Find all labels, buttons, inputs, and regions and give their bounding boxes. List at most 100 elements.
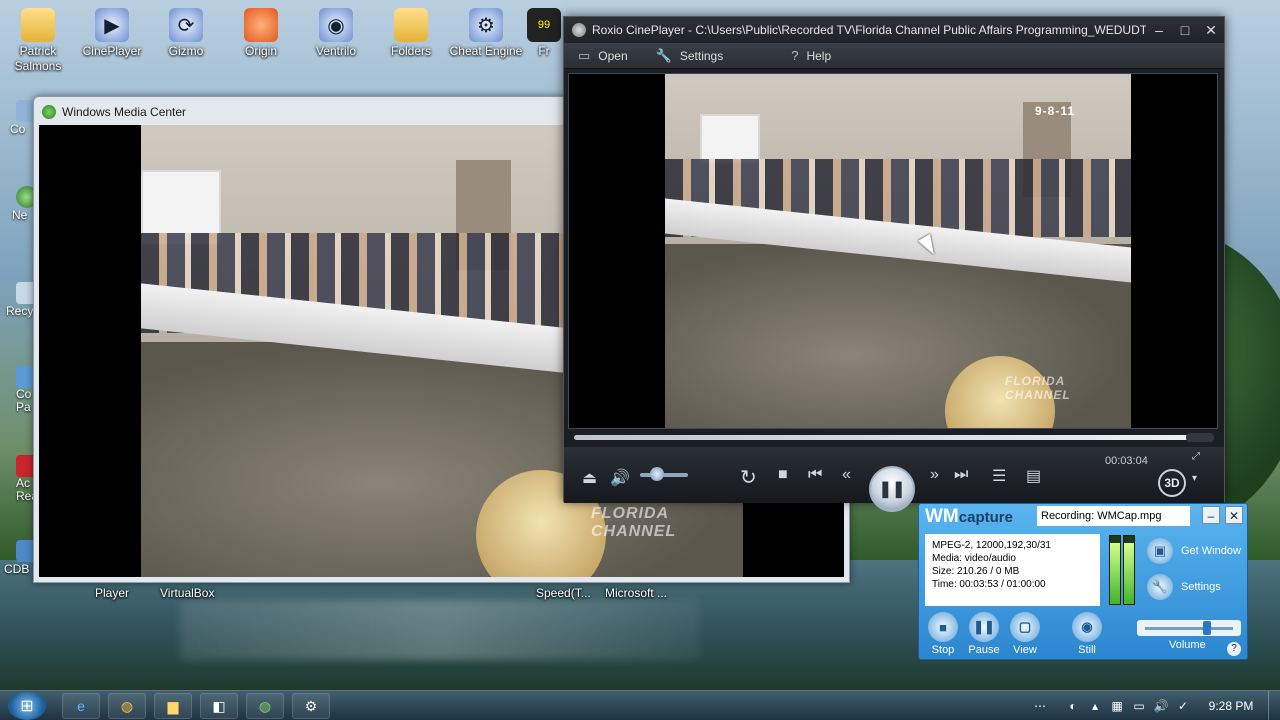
chevron-down-icon[interactable]: ▾ bbox=[1192, 473, 1197, 484]
menu-open[interactable]: ▭ Open bbox=[564, 43, 642, 69]
pause-button[interactable]: ❚❚ bbox=[869, 466, 915, 512]
info-size: Size: 210.26 / 0 MB bbox=[932, 566, 1020, 577]
desktop-icon-label: Ne bbox=[12, 208, 28, 222]
previous-icon[interactable]: ⏮ bbox=[808, 466, 822, 484]
fullscreen-icon[interactable]: ⤢ bbox=[1192, 451, 1200, 462]
meter-fill bbox=[1110, 542, 1120, 604]
replay-icon[interactable]: ↻ bbox=[740, 465, 757, 490]
show-desktop-button[interactable] bbox=[1268, 691, 1280, 720]
desktop-icon-recycle-bin[interactable]: Recy bbox=[0, 282, 38, 318]
folder-icon bbox=[21, 8, 55, 42]
settings-button[interactable]: 🔧 Settings bbox=[1147, 574, 1221, 600]
cineplayer-title-bar[interactable]: Roxio CinePlayer - C:\Users\Public\Recor… bbox=[564, 17, 1224, 43]
close-icon[interactable]: ✕ bbox=[1198, 22, 1224, 39]
desktop-icon-label: Fr bbox=[538, 44, 550, 58]
desktop-icon-cdburner[interactable]: CDB bbox=[0, 540, 38, 576]
pause-button[interactable]: ❚❚ Pause bbox=[964, 612, 1004, 656]
tray-expand-icon[interactable]: ⋯ bbox=[1018, 699, 1062, 713]
desktop-icon-control-panel[interactable]: Co Pa bbox=[0, 366, 38, 414]
stop-button[interactable]: ■ Stop bbox=[923, 612, 963, 656]
rewind-icon[interactable]: « bbox=[842, 466, 851, 484]
menu-settings[interactable]: 🔧 Settings bbox=[642, 43, 738, 69]
cineplayer-video-area[interactable]: FLORIDA CHANNEL 9-8-11 bbox=[568, 73, 1218, 429]
taskbar-clock[interactable]: 9:28 PM bbox=[1194, 699, 1268, 713]
desktop-icon-label: Gizmo bbox=[168, 44, 204, 58]
desktop-icon-label-speed[interactable]: Speed(T... bbox=[536, 586, 591, 600]
3d-button[interactable]: 3D bbox=[1158, 469, 1186, 497]
desktop-icon-label: Folders bbox=[390, 44, 431, 58]
desktop-icon-acrobat-reader[interactable]: Ac Rea bbox=[0, 455, 38, 503]
wmc-title: Windows Media Center bbox=[62, 105, 187, 119]
explorer-icon: ▆ bbox=[167, 697, 179, 714]
view-button[interactable]: ▢ View bbox=[1005, 612, 1045, 656]
wmcapture-window[interactable]: WMcapture Recording: WMCap.mpg – ✕ MPEG-… bbox=[918, 503, 1248, 660]
volume-label: Volume bbox=[1169, 639, 1206, 651]
volume-knob[interactable] bbox=[650, 467, 664, 481]
playlist-icon[interactable]: ☰ bbox=[992, 466, 1006, 486]
speaker-icon[interactable]: 🔊 bbox=[610, 468, 630, 488]
next-icon[interactable]: ⏭ bbox=[954, 466, 968, 484]
minimize-icon[interactable]: – bbox=[1146, 22, 1172, 38]
desktop-icon-computer[interactable]: Co bbox=[0, 100, 38, 136]
capture-volume-slider[interactable] bbox=[1137, 620, 1241, 636]
wrench-icon: 🔧 bbox=[655, 47, 672, 63]
menu-help-label: Help bbox=[806, 48, 832, 63]
start-button[interactable]: ⊞ bbox=[8, 692, 46, 720]
capture-icon[interactable]: ◐ bbox=[1062, 699, 1084, 713]
seek-knob[interactable] bbox=[1186, 433, 1214, 442]
taskbar-chrome[interactable]: ◍ bbox=[108, 693, 146, 719]
taskbar-explorer[interactable]: ▆ bbox=[154, 693, 192, 719]
still-button[interactable]: ◉ Still bbox=[1067, 612, 1107, 656]
taskbar-app[interactable]: ◧ bbox=[200, 693, 238, 719]
desktop-icon-cheat-engine[interactable]: ⚙ Cheat Engine bbox=[448, 4, 524, 59]
desktop-icon-network[interactable]: Ne bbox=[0, 186, 38, 222]
taskbar: ⊞ e ◍ ▆ ◧ ◍ ⚙ ⋯ ◐ ▴ ▦ ▭ 🔊 ✓ 9:28 PM bbox=[0, 690, 1280, 720]
pause-icon: ❚❚ bbox=[969, 612, 999, 642]
audio-meter-right bbox=[1123, 535, 1135, 605]
taskbar-app-2[interactable]: ⚙ bbox=[292, 693, 330, 719]
minimize-icon[interactable]: – bbox=[1202, 506, 1220, 524]
shield-icon[interactable]: ✓ bbox=[1172, 699, 1194, 713]
taskbar-ie[interactable]: e bbox=[62, 693, 100, 719]
volume-knob[interactable] bbox=[1202, 621, 1211, 635]
maximize-icon[interactable]: □ bbox=[1172, 22, 1198, 38]
get-window-button[interactable]: ▣ Get Window bbox=[1147, 538, 1241, 564]
desktop-icon-cineplayer[interactable]: ▶ CinePlayer bbox=[74, 4, 150, 59]
cineplayer-title: Roxio CinePlayer - C:\Users\Public\Recor… bbox=[592, 23, 1146, 37]
chapters-icon[interactable]: ▤ bbox=[1026, 466, 1041, 486]
fast-forward-icon[interactable]: » bbox=[930, 466, 939, 484]
taskbar-chrome-2[interactable]: ◍ bbox=[246, 693, 284, 719]
close-icon[interactable]: ✕ bbox=[1225, 506, 1243, 524]
desktop-icon-folders[interactable]: Folders bbox=[373, 4, 449, 59]
channel-watermark: FLORIDA CHANNEL bbox=[1005, 374, 1071, 402]
cineplayer-icon: ▶ bbox=[95, 8, 129, 42]
seek-bar[interactable] bbox=[574, 433, 1214, 442]
info-time: Time: 00:03:53 / 01:00:00 bbox=[932, 579, 1046, 590]
menu-help[interactable]: ? Help bbox=[777, 43, 845, 69]
camera-icon: ◉ bbox=[1072, 612, 1102, 642]
desktop-icon-gizmo[interactable]: ⟳ Gizmo bbox=[148, 4, 224, 59]
help-icon[interactable]: ? bbox=[1227, 642, 1241, 656]
battery-icon[interactable]: ▭ bbox=[1128, 699, 1150, 713]
desktop-icon-origin[interactable]: Origin bbox=[223, 4, 299, 59]
folder-icon bbox=[394, 8, 428, 42]
chevron-up-icon[interactable]: ▴ bbox=[1084, 699, 1106, 713]
chrome-icon: ◍ bbox=[258, 697, 272, 714]
stop-icon[interactable]: ■ bbox=[778, 466, 788, 484]
desktop-icon-label-virtualbox[interactable]: VirtualBox bbox=[160, 586, 214, 600]
desktop-icon-fraps[interactable]: 99 Fr bbox=[524, 4, 564, 59]
volume-slider[interactable] bbox=[640, 473, 688, 477]
meeting-room-video: FLORIDA CHANNEL 9-8-11 bbox=[665, 74, 1131, 428]
volume-icon[interactable]: 🔊 bbox=[1150, 699, 1172, 713]
eject-icon[interactable]: ⏏ bbox=[582, 468, 597, 488]
pause-icon: ❚❚ bbox=[878, 481, 906, 498]
network-icon[interactable]: ▦ bbox=[1106, 699, 1128, 713]
desktop-icon-patrick-salmons[interactable]: Patrick Salmons bbox=[0, 4, 76, 74]
wrench-icon: 🔧 bbox=[1147, 574, 1173, 600]
ventrilo-icon: ◉ bbox=[319, 8, 353, 42]
cineplayer-window[interactable]: Roxio CinePlayer - C:\Users\Public\Recor… bbox=[563, 16, 1225, 512]
desktop-icon-ventrilo[interactable]: ◉ Ventrilo bbox=[298, 4, 374, 59]
desktop-icon-label-microsoft[interactable]: Microsoft ... bbox=[605, 586, 667, 600]
desktop-icon-label-player[interactable]: Player bbox=[95, 586, 129, 600]
desktop-icon-label: Origin bbox=[244, 44, 277, 58]
